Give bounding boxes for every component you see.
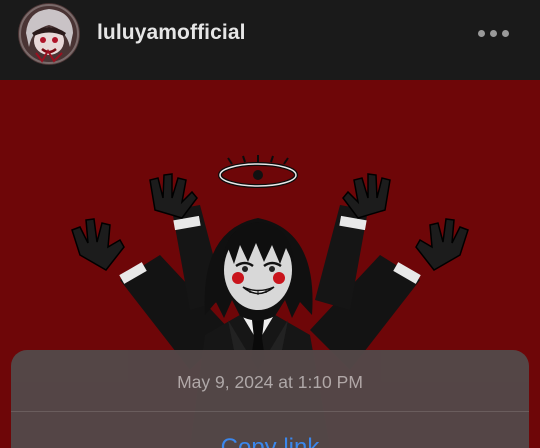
- copy-link-button[interactable]: Copy link: [11, 434, 529, 448]
- sheet-divider: [11, 411, 529, 412]
- app-frame: luluyamofficial May 9, 2024 at 1:10 PM C…: [0, 0, 540, 448]
- action-sheet: May 9, 2024 at 1:10 PM Copy link: [11, 350, 529, 448]
- avatar-image: [18, 3, 80, 65]
- post-timestamp: May 9, 2024 at 1:10 PM: [177, 372, 363, 392]
- post-header: luluyamofficial: [0, 0, 540, 80]
- username[interactable]: luluyamofficial: [97, 21, 246, 45]
- more-options-icon[interactable]: [476, 24, 512, 44]
- avatar[interactable]: [18, 3, 80, 65]
